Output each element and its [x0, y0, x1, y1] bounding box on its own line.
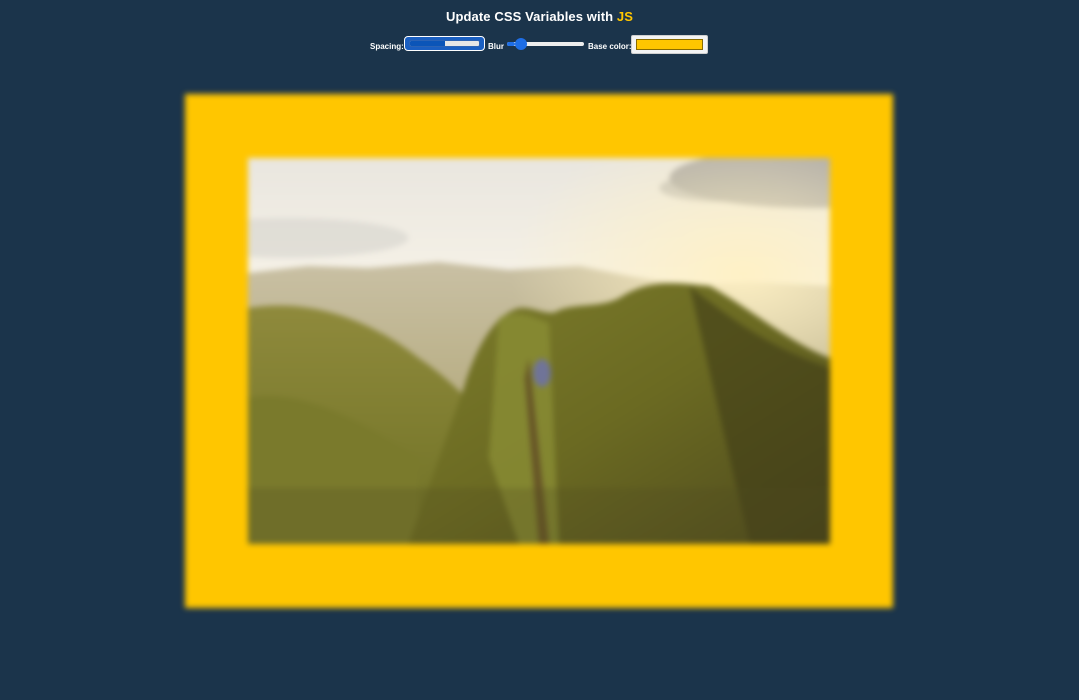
base-color-picker[interactable]	[631, 35, 708, 54]
page-title-text: Update CSS Variables with	[445, 9, 617, 24]
spacing-slider-fill	[410, 41, 445, 46]
mountain-ridge-photo	[248, 158, 830, 544]
base-color-swatch	[636, 39, 703, 50]
image-frame	[185, 94, 893, 608]
page-title-highlight: JS	[616, 9, 634, 24]
blur-slider-fill	[507, 42, 515, 46]
spacing-label: Spacing:	[370, 42, 404, 51]
landscape-illustration	[248, 158, 830, 544]
spacing-slider[interactable]	[404, 36, 485, 51]
page-title: Update CSS Variables with JS	[0, 9, 1079, 24]
blur-label: Blur	[488, 42, 504, 51]
base-color-label: Base color:	[588, 42, 632, 51]
blur-slider-thumb[interactable]	[514, 38, 527, 50]
page: Update CSS Variables with JS Spacing: Bl…	[0, 0, 1079, 700]
controls-bar: Spacing: Blur Base color:	[0, 35, 1079, 55]
spacing-slider-track	[409, 40, 480, 47]
blur-slider[interactable]	[507, 38, 584, 50]
